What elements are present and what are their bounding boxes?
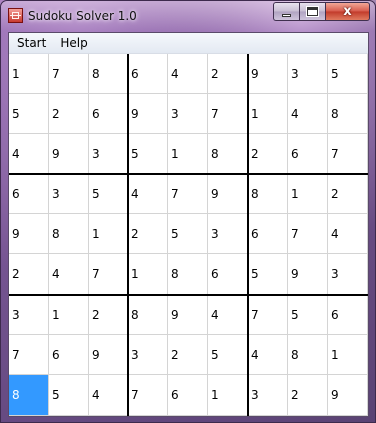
app-window: Sudoku Solver 1.0 x Start Help 178642935… [0,0,376,423]
grid-cell[interactable]: 9 [208,174,248,214]
grid-cell[interactable]: 6 [288,134,328,174]
grid-cell[interactable]: 8 [168,254,208,295]
grid-cell[interactable]: 2 [168,335,208,375]
grid-cell[interactable]: 3 [248,375,288,416]
grid-cell[interactable]: 5 [168,214,208,254]
grid-cell[interactable]: 4 [49,254,89,295]
grid-cell[interactable]: 1 [208,375,248,416]
grid-cell[interactable]: 8 [248,174,288,214]
grid-cell[interactable]: 5 [248,254,288,295]
grid-cell[interactable]: 4 [328,214,368,254]
box-divider-vertical [127,54,129,416]
grid-cell[interactable]: 9 [168,295,208,335]
grid-cell[interactable]: 1 [168,134,208,174]
grid-cell[interactable]: 7 [49,54,89,94]
grid-cell[interactable]: 4 [9,134,49,174]
grid-cell[interactable]: 7 [248,295,288,335]
grid-cell[interactable]: 5 [49,375,89,416]
grid-cell[interactable]: 2 [89,295,128,335]
grid-cell[interactable]: 5 [89,174,128,214]
app-icon[interactable] [8,8,23,23]
grid-cell[interactable]: 3 [9,295,49,335]
grid-cell[interactable]: 7 [208,94,248,134]
grid-cell[interactable]: 9 [9,214,49,254]
grid-cell[interactable]: 5 [128,134,168,174]
grid-cell[interactable]: 6 [168,375,208,416]
grid-cell[interactable]: 1 [49,295,89,335]
grid-cell[interactable]: 9 [128,94,168,134]
grid-cell[interactable]: 1 [248,94,288,134]
close-icon: x [343,4,352,19]
box-divider-horizontal [9,173,368,175]
grid-cell[interactable]: 2 [9,254,49,295]
window-title: Sudoku Solver 1.0 [28,9,137,23]
grid-cell[interactable]: 8 [49,214,89,254]
menu-bar: Start Help [9,33,368,54]
grid-cell[interactable]: 6 [9,174,49,214]
grid-cell[interactable]: 5 [9,94,49,134]
minimize-button[interactable] [273,2,299,21]
grid-cell[interactable]: 6 [128,54,168,94]
grid-cell[interactable]: 9 [89,335,128,375]
grid-cell[interactable]: 5 [208,335,248,375]
grid-cell[interactable]: 2 [49,94,89,134]
grid-cell[interactable]: 7 [9,335,49,375]
grid-cell[interactable]: 3 [128,335,168,375]
grid-cell[interactable]: 2 [288,375,328,416]
title-bar[interactable]: Sudoku Solver 1.0 x [1,1,375,32]
menu-start[interactable]: Start [9,33,53,53]
grid-cell[interactable]: 3 [208,214,248,254]
grid-cell[interactable]: 4 [128,174,168,214]
maximize-button[interactable] [299,2,325,21]
grid-cell[interactable]: 6 [248,214,288,254]
grid-cell[interactable]: 8 [208,134,248,174]
grid-cell[interactable]: 6 [208,254,248,295]
grid-cell[interactable]: 4 [248,335,288,375]
grid-cell[interactable]: 1 [89,214,128,254]
grid-cell[interactable]: 7 [288,214,328,254]
grid-cell[interactable]: 5 [288,295,328,335]
grid-cell[interactable]: 2 [248,134,288,174]
grid-cell[interactable]: 8 [9,375,49,416]
close-button[interactable]: x [325,2,370,21]
grid-cell[interactable]: 3 [288,54,328,94]
grid-cell[interactable]: 2 [208,54,248,94]
grid-cell[interactable]: 7 [128,375,168,416]
grid-cell[interactable]: 4 [208,295,248,335]
grid-cell[interactable]: 8 [288,335,328,375]
grid-cell[interactable]: 2 [328,174,368,214]
grid-cell[interactable]: 1 [128,254,168,295]
grid-cell[interactable]: 4 [168,54,208,94]
grid-cell[interactable]: 4 [89,375,128,416]
grid-cell[interactable]: 9 [49,134,89,174]
grid-cell[interactable]: 1 [9,54,49,94]
grid-cell[interactable]: 9 [248,54,288,94]
grid-cell[interactable]: 9 [288,254,328,295]
grid-cell[interactable]: 8 [128,295,168,335]
menu-help[interactable]: Help [53,33,94,53]
grid-cell[interactable]: 4 [288,94,328,134]
grid-cell[interactable]: 1 [288,174,328,214]
grid-cell[interactable]: 5 [328,54,368,94]
grid-cell[interactable]: 8 [328,94,368,134]
grid-cell[interactable]: 1 [328,335,368,375]
grid-cell[interactable]: 7 [328,134,368,174]
caption-buttons: x [273,2,370,21]
grid-cell[interactable]: 7 [89,254,128,295]
grid-cell[interactable]: 3 [168,94,208,134]
grid-cell[interactable]: 6 [328,295,368,335]
grid-cell[interactable]: 7 [168,174,208,214]
grid-cell[interactable]: 6 [89,94,128,134]
grid-cell[interactable]: 3 [328,254,368,295]
box-divider-vertical [247,54,249,416]
client-area: Start Help 17864293552693714849351826763… [8,32,369,417]
grid-cell[interactable]: 9 [328,375,368,416]
grid-cell[interactable]: 2 [128,214,168,254]
grid-cell[interactable]: 3 [89,134,128,174]
box-divider-horizontal [9,294,368,296]
grid-cell[interactable]: 8 [89,54,128,94]
grid-cell[interactable]: 3 [49,174,89,214]
grid-cell[interactable]: 6 [49,335,89,375]
sudoku-grid: 1786429355269371484935182676354798129812… [9,54,368,416]
